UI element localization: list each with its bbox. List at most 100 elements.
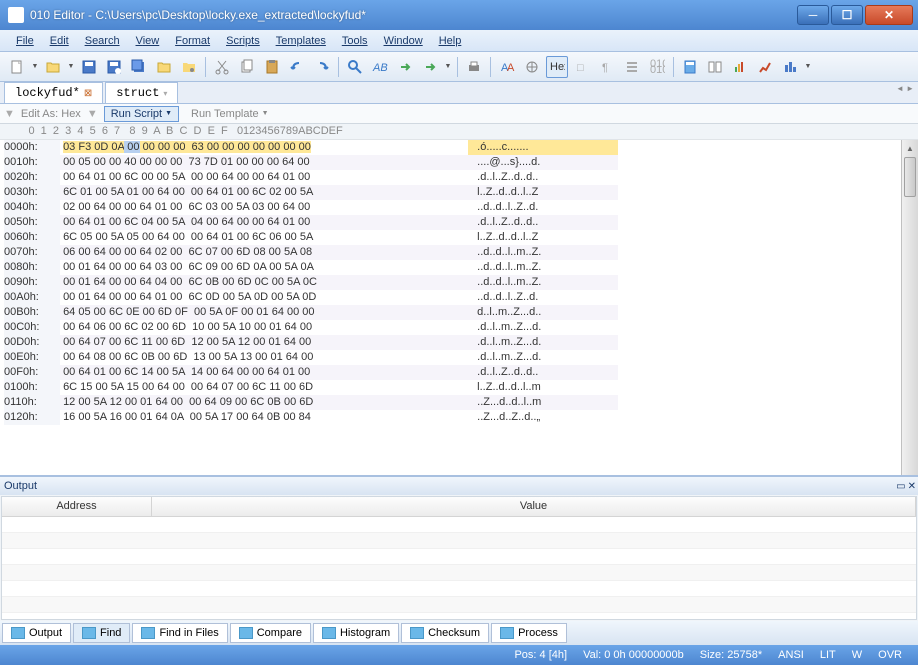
bottom-tab-histogram[interactable]: Histogram — [313, 623, 399, 643]
open-dropdown[interactable]: ▼ — [67, 63, 75, 70]
status-ovr[interactable]: OVR — [870, 649, 910, 661]
menu-file[interactable]: File — [8, 33, 42, 49]
goto-button[interactable] — [419, 56, 441, 78]
font-button[interactable]: AA — [496, 56, 518, 78]
hex-row[interactable]: 0010h: 00 05 00 00 40 00 00 00 73 7D 01 … — [0, 155, 901, 170]
chart-button[interactable] — [779, 56, 801, 78]
menu-templates[interactable]: Templates — [268, 33, 334, 49]
hex-row[interactable]: 0060h: 6C 05 00 5A 05 00 64 00 00 64 01 … — [0, 230, 901, 245]
hex-row[interactable]: 0030h: 6C 01 00 5A 01 00 64 00 00 64 01 … — [0, 185, 901, 200]
hex-row[interactable]: 0100h: 6C 15 00 5A 15 00 64 00 00 64 07 … — [0, 380, 901, 395]
output-row[interactable] — [2, 597, 916, 613]
minimize-button[interactable]: ─ — [797, 5, 829, 25]
edit-as-dropdown[interactable]: ▼ — [87, 108, 98, 120]
bottom-tab-find-in-files[interactable]: Find in Files — [132, 623, 227, 643]
hex-row[interactable]: 0020h: 00 64 01 00 6C 00 00 5A 00 00 64 … — [0, 170, 901, 185]
print-button[interactable] — [463, 56, 485, 78]
tab-lockyfud[interactable]: lockyfud* ⊠ — [4, 82, 103, 103]
hex-row[interactable]: 0050h: 00 64 01 00 6C 04 00 5A 04 00 64 … — [0, 215, 901, 230]
bottom-tab-checksum[interactable]: Checksum — [401, 623, 489, 643]
tool-icon[interactable]: □ — [571, 56, 593, 78]
hex-row[interactable]: 0000h: 03 F3 0D 0A 00 00 00 00 63 00 00 … — [0, 140, 901, 155]
hex-button[interactable]: Hex — [546, 56, 568, 78]
bottom-tab-find[interactable]: Find — [73, 623, 130, 643]
output-row[interactable] — [2, 549, 916, 565]
menu-scripts[interactable]: Scripts — [218, 33, 268, 49]
calculator-button[interactable] — [679, 56, 701, 78]
close-button[interactable]: ✕ — [865, 5, 913, 25]
find-button[interactable] — [344, 56, 366, 78]
tab-close-icon[interactable]: ⊠ — [84, 88, 92, 99]
chart-dropdown[interactable]: ▼ — [804, 63, 812, 70]
output-row[interactable] — [2, 533, 916, 549]
tool-icon[interactable]: ¶ — [596, 56, 618, 78]
paste-button[interactable] — [261, 56, 283, 78]
open-button[interactable] — [42, 56, 64, 78]
titlebar[interactable]: 010 Editor - C:\Users\pc\Desktop\locky.e… — [0, 0, 918, 30]
hex-row[interactable]: 00F0h: 00 64 01 00 6C 14 00 5A 14 00 64 … — [0, 365, 901, 380]
open-drive-button[interactable] — [178, 56, 200, 78]
run-template-button[interactable]: Run Template ▼ — [185, 107, 275, 121]
output-col-value[interactable]: Value — [152, 497, 916, 516]
status-encoding[interactable]: ANSI — [770, 649, 812, 661]
status-size[interactable]: Size: 25758* — [692, 649, 770, 661]
save-as-button[interactable] — [103, 56, 125, 78]
output-close-icon[interactable]: ✕ — [908, 481, 916, 492]
tab-struct[interactable]: struct ▾ — [105, 82, 178, 103]
menu-help[interactable]: Help — [431, 33, 470, 49]
copy-button[interactable] — [236, 56, 258, 78]
find-next-button[interactable] — [394, 56, 416, 78]
output-row[interactable] — [2, 565, 916, 581]
new-button[interactable] — [6, 56, 28, 78]
menu-tools[interactable]: Tools — [334, 33, 376, 49]
output-row[interactable] — [2, 517, 916, 533]
replace-button[interactable]: AB — [369, 56, 391, 78]
redo-button[interactable] — [311, 56, 333, 78]
cut-button[interactable] — [211, 56, 233, 78]
goto-dropdown[interactable]: ▼ — [444, 63, 452, 70]
status-pos[interactable]: Pos: 4 [4h] — [506, 649, 575, 661]
menu-search[interactable]: Search — [77, 33, 128, 49]
hex-row[interactable]: 0070h: 06 00 64 00 00 64 02 00 6C 07 00 … — [0, 245, 901, 260]
hex-row[interactable]: 00D0h: 00 64 07 00 6C 11 00 6D 12 00 5A … — [0, 335, 901, 350]
output-table[interactable]: Address Value — [1, 496, 917, 620]
hex-row[interactable]: 00C0h: 00 64 06 00 6C 02 00 6D 10 00 5A … — [0, 320, 901, 335]
save-button[interactable] — [78, 56, 100, 78]
menu-format[interactable]: Format — [167, 33, 218, 49]
edit-dropdown-icon[interactable]: ▼ — [4, 108, 15, 120]
bottom-tab-compare[interactable]: Compare — [230, 623, 311, 643]
tool-icon[interactable] — [621, 56, 643, 78]
open-folder-button[interactable] — [153, 56, 175, 78]
hex-row[interactable]: 0040h: 02 00 64 00 00 64 01 00 6C 03 00 … — [0, 200, 901, 215]
maximize-button[interactable]: ☐ — [831, 5, 863, 25]
menu-edit[interactable]: Edit — [42, 33, 77, 49]
bottom-tab-output[interactable]: Output — [2, 623, 71, 643]
status-val[interactable]: Val: 0 0h 00000000b — [575, 649, 692, 661]
menu-window[interactable]: Window — [376, 33, 431, 49]
new-dropdown[interactable]: ▼ — [31, 63, 39, 70]
run-script-button[interactable]: Run Script ▼ — [104, 106, 179, 122]
status-w[interactable]: W — [844, 649, 870, 661]
status-endian[interactable]: LIT — [812, 649, 844, 661]
output-header[interactable]: Output ▭ ✕ — [0, 477, 918, 495]
menu-view[interactable]: View — [128, 33, 168, 49]
output-row[interactable] — [2, 581, 916, 597]
hex-row[interactable]: 00E0h: 00 64 08 00 6C 0B 00 6D 13 00 5A … — [0, 350, 901, 365]
bottom-tab-process[interactable]: Process — [491, 623, 567, 643]
hex-row[interactable]: 0080h: 00 01 64 00 00 64 03 00 6C 09 00 … — [0, 260, 901, 275]
compare-button[interactable] — [704, 56, 726, 78]
hex-row[interactable]: 0090h: 00 01 64 00 00 64 04 00 6C 0B 00 … — [0, 275, 901, 290]
save-all-button[interactable] — [128, 56, 150, 78]
undo-button[interactable] — [286, 56, 308, 78]
hex-row[interactable]: 00A0h: 00 01 64 00 00 64 01 00 6C 0D 00 … — [0, 290, 901, 305]
histogram-button[interactable] — [729, 56, 751, 78]
output-pin-icon[interactable]: ▭ — [896, 481, 905, 492]
hex-row[interactable]: 0110h: 12 00 5A 12 00 01 64 00 00 64 09 … — [0, 395, 901, 410]
hex-row[interactable]: 0120h: 16 00 5A 16 00 01 64 0A 00 5A 17 … — [0, 410, 901, 425]
tool-icon[interactable]: 01010101 — [646, 56, 668, 78]
vertical-scrollbar[interactable]: ▲ — [901, 140, 918, 475]
hex-editor[interactable]: 0 1 2 3 4 5 6 7 8 9 A B C D E F 01234567… — [0, 124, 918, 475]
output-col-address[interactable]: Address — [2, 497, 152, 516]
tabs-nav[interactable]: ◄ ► — [896, 84, 914, 93]
checksum-button[interactable] — [754, 56, 776, 78]
